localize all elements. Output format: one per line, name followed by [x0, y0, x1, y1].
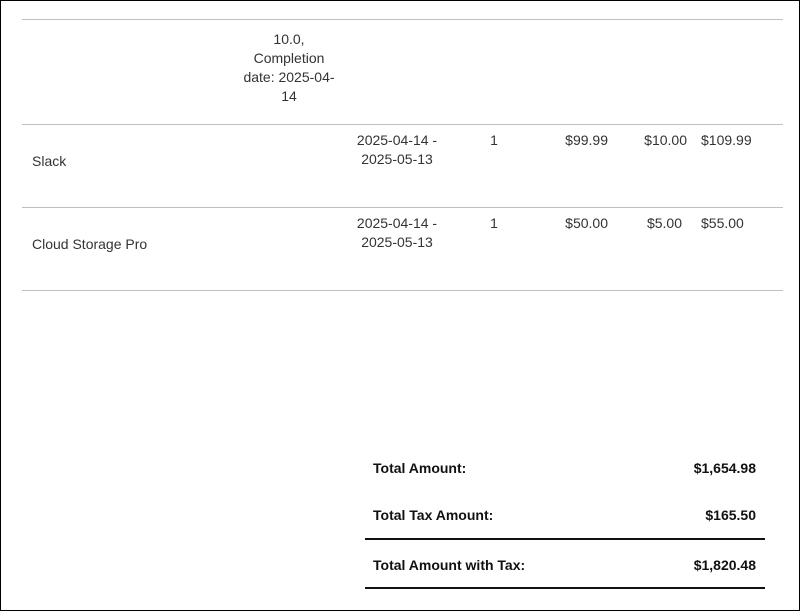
item-price: $99.99: [565, 132, 608, 148]
table-bottom-divider: [22, 290, 783, 291]
item-total: $109.99: [701, 132, 752, 148]
item-quantity: 1: [490, 132, 498, 148]
total-tax-value: $165.50: [705, 507, 756, 523]
total-with-tax-label: Total Amount with Tax:: [373, 557, 526, 573]
item-name: Slack: [32, 153, 67, 169]
partial-row-line: 14: [281, 88, 297, 104]
item-tax: $10.00: [644, 132, 687, 148]
period-end: 2025-05-13: [361, 151, 433, 167]
item-period: 2025-04-14 - 2025-05-13: [347, 131, 447, 169]
total-amount-label: Total Amount:: [373, 460, 467, 476]
item-total: $55.00: [701, 215, 744, 231]
period-start: 2025-04-14 -: [356, 132, 438, 148]
partial-row-line: Completion: [253, 50, 325, 66]
partial-row-line: date: 2025-04-: [243, 69, 335, 85]
totals-divider-top: [365, 538, 765, 540]
item-period: 2025-04-14 - 2025-05-13: [347, 214, 447, 252]
total-amount-value: $1,654.98: [693, 460, 756, 476]
invoice-page: 10.0, Completion date: 2025-04- 14 Slack…: [0, 0, 800, 611]
item-tax: $5.00: [646, 215, 682, 231]
item-name: Cloud Storage Pro: [32, 236, 148, 252]
table-top-divider: [22, 19, 783, 20]
total-with-tax-value: $1,820.48: [693, 557, 756, 573]
row-divider: [22, 207, 783, 208]
partial-row-description: 10.0, Completion date: 2025-04- 14: [239, 30, 339, 106]
total-tax-label: Total Tax Amount:: [373, 507, 494, 523]
totals-divider-bottom: [365, 587, 765, 589]
item-quantity: 1: [490, 215, 498, 231]
partial-row-line: 10.0,: [273, 31, 305, 47]
row-divider: [22, 124, 783, 125]
period-start: 2025-04-14 -: [356, 215, 438, 231]
item-price: $50.00: [565, 215, 608, 231]
period-end: 2025-05-13: [361, 234, 433, 250]
